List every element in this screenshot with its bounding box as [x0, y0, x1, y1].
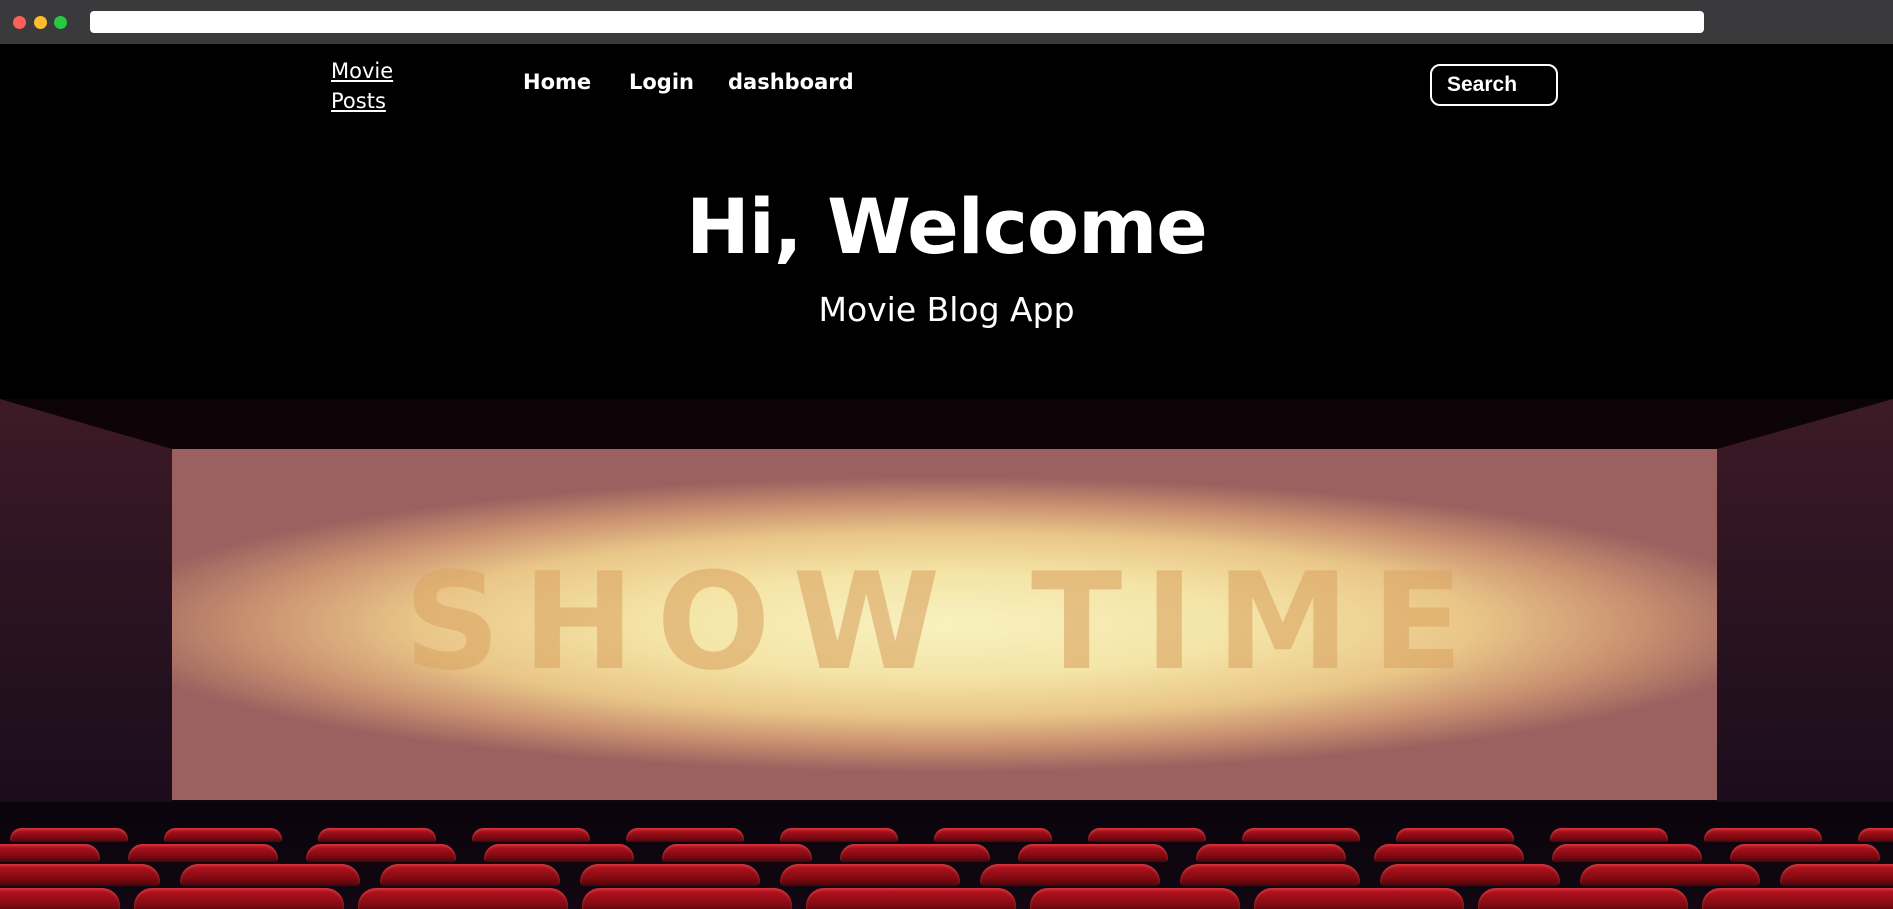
nav-home-link[interactable]: Home: [523, 70, 591, 94]
hero-title: Hi, Welcome: [686, 182, 1208, 271]
close-window-button[interactable]: [13, 16, 26, 29]
brand-link[interactable]: Movie Posts: [331, 56, 431, 116]
nav-login-link[interactable]: Login: [629, 70, 694, 94]
seat: [1730, 844, 1880, 862]
brand-line-1: Movie: [331, 59, 394, 83]
seat: [1550, 828, 1668, 842]
seat: [1552, 844, 1702, 862]
page: Movie Posts Home Login dashboard Search …: [0, 44, 1893, 909]
seat: [1254, 888, 1464, 909]
minimize-window-button[interactable]: [34, 16, 47, 29]
seat: [780, 864, 960, 886]
seat: [358, 888, 568, 909]
seat: [0, 844, 100, 862]
seat: [128, 844, 278, 862]
seat: [0, 864, 160, 886]
seat: [1374, 844, 1524, 862]
seat: [1018, 844, 1168, 862]
seat: [934, 828, 1052, 842]
seat: [1478, 888, 1688, 909]
maximize-window-button[interactable]: [54, 16, 67, 29]
seat: [306, 844, 456, 862]
theater-seats: [0, 802, 1893, 909]
seat: [580, 864, 760, 886]
seat: [980, 864, 1160, 886]
seat: [472, 828, 590, 842]
address-bar[interactable]: [90, 11, 1704, 33]
seat: [1242, 828, 1360, 842]
search-button[interactable]: Search: [1430, 64, 1558, 106]
seat: [1180, 864, 1360, 886]
seat: [134, 888, 344, 909]
screen-text: SHOW TIME: [403, 544, 1486, 700]
theater-banner-image: SHOW TIME: [0, 399, 1893, 909]
seat: [484, 844, 634, 862]
seat: [318, 828, 436, 842]
brand-line-2: Posts: [331, 89, 386, 113]
seat: [10, 828, 128, 842]
seat: [164, 828, 282, 842]
seat: [0, 888, 120, 909]
seat: [806, 888, 1016, 909]
seat: [1702, 888, 1893, 909]
seat: [1580, 864, 1760, 886]
seat: [626, 828, 744, 842]
browser-chrome: [0, 0, 1893, 44]
seat: [1088, 828, 1206, 842]
seat: [1196, 844, 1346, 862]
theater-screen: SHOW TIME: [172, 449, 1717, 800]
seat: [780, 828, 898, 842]
seat: [180, 864, 360, 886]
seat: [1704, 828, 1822, 842]
seat: [1380, 864, 1560, 886]
seat: [840, 844, 990, 862]
seat: [582, 888, 792, 909]
hero-subtitle: Movie Blog App: [818, 290, 1075, 329]
seat: [662, 844, 812, 862]
seat: [1030, 888, 1240, 909]
seat: [1858, 828, 1893, 842]
seat: [1396, 828, 1514, 842]
seat: [380, 864, 560, 886]
nav-dashboard-link[interactable]: dashboard: [728, 70, 854, 94]
seat: [1780, 864, 1893, 886]
